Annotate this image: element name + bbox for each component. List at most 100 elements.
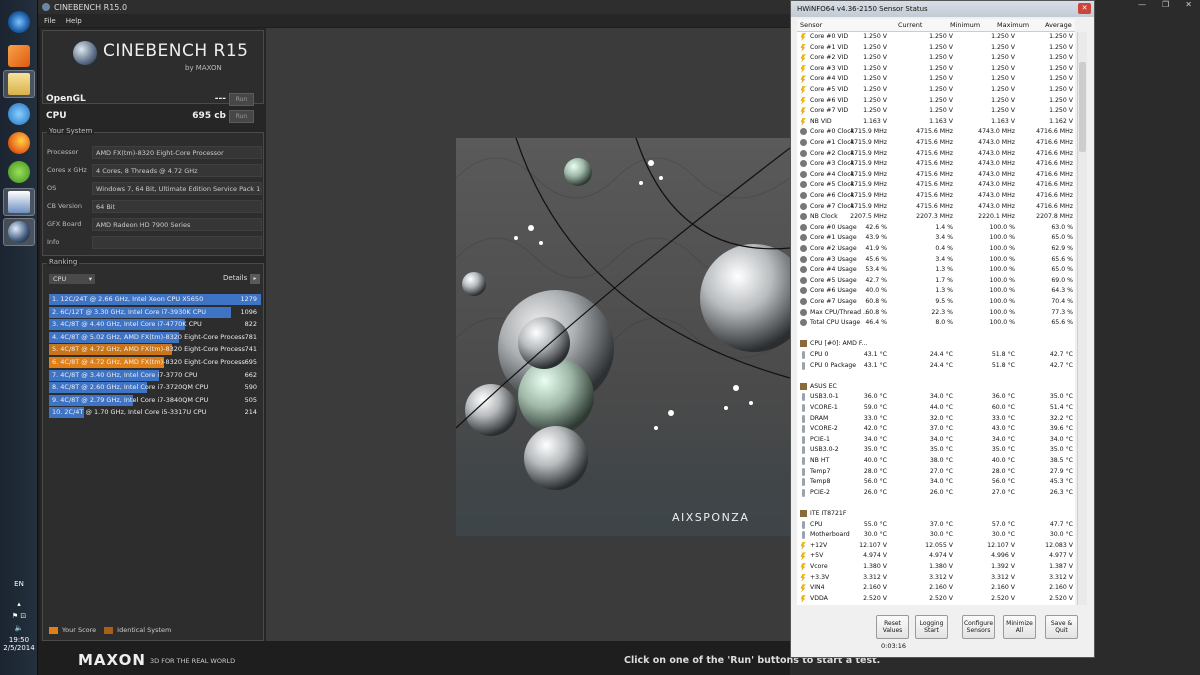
column-minimum[interactable]: Minimum (950, 21, 980, 29)
sensor-row[interactable]: Core #6 VID 1.250 V 1.250 V 1.250 V 1.250 V (797, 96, 1075, 107)
sensor-row[interactable]: Total CPU Usage 46.4 % 8.0 % 100.0 % 65.6 % (797, 318, 1075, 329)
sensor-group-row[interactable]: CPU [#0]: AMD F... (797, 339, 1075, 350)
sensor-row[interactable]: USB3.0-2 35.0 °C 35.0 °C 35.0 °C 35.0 °C (797, 445, 1075, 456)
language-indicator[interactable]: EN (0, 580, 38, 588)
sensor-row[interactable]: Core #5 Clock 4715.9 MHz 4715.6 MHz 4743.0 … (797, 180, 1075, 191)
taskbar-media-player[interactable] (3, 42, 35, 70)
sensor-row[interactable]: NB VID 1.163 V 1.163 V 1.163 V 1.162 V (797, 117, 1075, 128)
ranking-row[interactable]: 10. 2C/4T @ 1.70 GHz, Intel Core i5-3317… (49, 407, 261, 419)
sensor-row[interactable]: Temp7 28.0 °C 27.0 °C 28.0 °C 27.9 °C (797, 467, 1075, 478)
ranking-row[interactable]: 9. 4C/8T @ 2.79 GHz, Intel Core i7-3840Q… (49, 394, 261, 406)
ranking-row[interactable]: 8. 4C/8T @ 2.60 GHz, Intel Core i7-3720Q… (49, 382, 261, 394)
sensor-row[interactable]: +12V 12.107 V 12.055 V 12.107 V 12.083 V (797, 541, 1075, 552)
sensor-group-row[interactable]: ITE IT8721F (797, 509, 1075, 520)
sensor-row[interactable]: +3.3V 3.312 V 3.312 V 3.312 V 3.312 V (797, 573, 1075, 584)
sensor-row[interactable]: NB Clock 2207.5 MHz 2207.3 MHz 2220.1 MHz 22… (797, 212, 1075, 223)
sensor-row[interactable]: VCORE-1 59.0 °C 44.0 °C 60.0 °C 51.4 °C (797, 403, 1075, 414)
save-quit-button[interactable]: Save & Quit (1045, 615, 1078, 639)
menu-file[interactable]: File (44, 17, 56, 25)
sensor-row[interactable]: Core #5 Usage 42.7 % 1.7 % 100.0 % 69.0 % (797, 276, 1075, 287)
sensor-scrollbar[interactable] (1077, 32, 1087, 605)
sensor-row[interactable]: USB3.0-1 36.0 °C 34.0 °C 36.0 °C 35.0 °C (797, 392, 1075, 403)
ranking-row[interactable]: 4. 4C/8T @ 5.02 GHz, AMD FX(tm)-8320 Eig… (49, 331, 261, 343)
volume-icon[interactable]: 🔈 (0, 624, 38, 632)
sensor-row[interactable]: Core #1 VID 1.250 V 1.250 V 1.250 V 1.250 V (797, 43, 1075, 54)
ranking-row[interactable]: 7. 4C/8T @ 3.40 GHz, Intel Core i7-3770 … (49, 369, 261, 381)
sensor-row[interactable]: PCIE-2 26.0 °C 26.0 °C 27.0 °C 26.3 °C (797, 488, 1075, 499)
ranking-row[interactable]: 3. 4C/8T @ 4.40 GHz, Intel Core i7-4770K… (49, 319, 261, 331)
sensor-row[interactable]: Core #0 VID 1.250 V 1.250 V 1.250 V 1.250 V (797, 32, 1075, 43)
restore-icon[interactable]: ❐ (1162, 0, 1169, 14)
show-hidden-icons[interactable]: ▴ (0, 600, 38, 608)
sensor-row[interactable]: Core #4 Usage 53.4 % 1.3 % 100.0 % 65.0 % (797, 265, 1075, 276)
sensor-row[interactable]: Core #1 Usage 43.9 % 3.4 % 100.0 % 65.0 % (797, 233, 1075, 244)
taskbar-hwinfo[interactable] (3, 188, 35, 216)
ranking-row[interactable]: 2. 6C/12T @ 3.30 GHz, Intel Core i7-3930… (49, 306, 261, 318)
sensor-row[interactable]: Core #3 VID 1.250 V 1.250 V 1.250 V 1.250 V (797, 64, 1075, 75)
sensor-row[interactable]: Core #7 VID 1.250 V 1.250 V 1.250 V 1.250 V (797, 106, 1075, 117)
sensor-row[interactable]: Core #7 Usage 60.8 % 9.5 % 100.0 % 70.4 % (797, 297, 1075, 308)
menu-help[interactable]: Help (66, 17, 82, 25)
close-icon[interactable]: ✕ (1185, 0, 1192, 14)
sensor-row[interactable]: Core #3 Usage 45.6 % 3.4 % 100.0 % 65.6 % (797, 255, 1075, 266)
sensor-row[interactable]: Core #3 Clock 4715.9 MHz 4715.6 MHz 4743.0 … (797, 159, 1075, 170)
sensor-row[interactable]: Core #2 VID 1.250 V 1.250 V 1.250 V 1.250 V (797, 53, 1075, 64)
ranking-dropdown[interactable]: CPU ▾ (49, 274, 95, 284)
sensor-row[interactable]: Core #6 Clock 4715.9 MHz 4715.6 MHz 4743.0 … (797, 191, 1075, 202)
sensor-group-row[interactable]: ASUS EC (797, 382, 1075, 393)
clock-date[interactable]: 2/5/2014 (0, 644, 38, 652)
ranking-row[interactable]: 1. 12C/24T @ 2.66 GHz, Intel Xeon CPU X5… (49, 294, 261, 305)
opengl-run-button[interactable]: Run (229, 92, 254, 106)
clock-time[interactable]: 19:50 (0, 636, 38, 644)
sensor-row[interactable]: +5V 4.974 V 4.974 V 4.996 V 4.977 V (797, 551, 1075, 562)
taskbar-firefox[interactable] (3, 129, 35, 157)
details-arrow-icon[interactable]: ▸ (250, 274, 260, 284)
column-sensor[interactable]: Sensor (800, 21, 822, 29)
sensor-row[interactable]: Vcore 1.380 V 1.380 V 1.392 V 1.387 V (797, 562, 1075, 573)
info-field[interactable] (92, 235, 262, 249)
sensor-row[interactable]: Motherboard 30.0 °C 30.0 °C 30.0 °C 30.0 °C (797, 530, 1075, 541)
column-average[interactable]: Average (1045, 21, 1072, 29)
sensor-row[interactable]: Core #6 Usage 40.0 % 1.3 % 100.0 % 64.3 % (797, 286, 1075, 297)
sensor-row[interactable]: NB HT 40.0 °C 38.0 °C 40.0 °C 38.5 °C (797, 456, 1075, 467)
taskbar-ie[interactable] (3, 100, 35, 128)
sensor-row[interactable]: VCORE-2 42.0 °C 37.0 °C 43.0 °C 39.6 °C (797, 424, 1075, 435)
sensor-row[interactable]: Core #4 Clock 4715.9 MHz 4715.6 MHz 4743.0 … (797, 170, 1075, 181)
start-button[interactable] (3, 8, 35, 36)
sensor-row[interactable]: Core #0 Clock 4715.9 MHz 4715.6 MHz 4743.0 … (797, 127, 1075, 138)
configure-sensors-button[interactable]: Configure Sensors (962, 615, 995, 639)
sensor-row[interactable]: Max CPU/Thread ... 60.8 % 22.3 % 100.0 % 77.… (797, 308, 1075, 319)
sensor-row[interactable]: VDDA 2.520 V 2.520 V 2.520 V 2.520 V (797, 594, 1075, 605)
sensor-row[interactable]: Core #4 VID 1.250 V 1.250 V 1.250 V 1.250 V (797, 74, 1075, 85)
sensor-row[interactable]: Core #1 Clock 4715.9 MHz 4715.6 MHz 4743.0 … (797, 138, 1075, 149)
scrollbar-thumb[interactable] (1079, 62, 1086, 152)
details-label[interactable]: Details (223, 274, 247, 282)
minimize-icon[interactable]: — (1138, 0, 1146, 14)
sensor-row[interactable]: CPU 55.0 °C 37.0 °C 57.0 °C 47.7 °C (797, 520, 1075, 531)
sensor-row[interactable]: Temp8 56.0 °C 34.0 °C 56.0 °C 45.3 °C (797, 477, 1075, 488)
ranking-row[interactable]: 6. 4C/8T @ 4.72 GHz, AMD FX(tm)-8320 Eig… (49, 357, 261, 368)
column-maximum[interactable]: Maximum (997, 21, 1029, 29)
sensor-row[interactable]: VIN4 2.160 V 2.160 V 2.160 V 2.160 V (797, 583, 1075, 594)
sensor-row[interactable]: DRAM 33.0 °C 32.0 °C 33.0 °C 32.2 °C (797, 414, 1075, 425)
sensor-row[interactable]: CPU 0 Package 43.1 °C 24.4 °C 51.8 °C 42.7 °… (797, 361, 1075, 372)
logging-start-button[interactable]: Logging Start (915, 615, 948, 639)
sensor-row[interactable]: CPU 0 43.1 °C 24.4 °C 51.8 °C 42.7 °C (797, 350, 1075, 361)
sensor-row[interactable]: Core #5 VID 1.250 V 1.250 V 1.250 V 1.250 V (797, 85, 1075, 96)
flag-icon[interactable]: ⚑ ⊡ (0, 612, 38, 620)
column-current[interactable]: Current (898, 21, 922, 29)
minimize-all-button[interactable]: Minimize All (1003, 615, 1036, 639)
sensor-current: 33.0 °C (863, 414, 887, 422)
sensor-row[interactable]: Core #2 Usage 41.9 % 0.4 % 100.0 % 62.9 % (797, 244, 1075, 255)
cpu-run-button[interactable]: Run (229, 109, 254, 123)
sensor-row[interactable]: Core #0 Usage 42.6 % 1.4 % 100.0 % 63.0 % (797, 223, 1075, 234)
sensor-row[interactable]: PCIE-1 34.0 °C 34.0 °C 34.0 °C 34.0 °C (797, 435, 1075, 446)
reset-values-button[interactable]: Reset Values (876, 615, 909, 639)
hwinfo-close-icon[interactable]: ✕ (1078, 3, 1091, 14)
sensor-row[interactable]: Core #7 Clock 4715.9 MHz 4715.6 MHz 4743.0 … (797, 202, 1075, 213)
taskbar-cinebench[interactable] (3, 218, 35, 246)
taskbar-utorrent[interactable] (3, 158, 35, 186)
sensor-row[interactable]: Core #2 Clock 4715.9 MHz 4715.6 MHz 4743.0 … (797, 149, 1075, 160)
taskbar-explorer[interactable] (3, 70, 35, 98)
ranking-row[interactable]: 5. 4C/8T @ 4.72 GHz, AMD FX(tm)-8320 Eig… (49, 344, 261, 356)
